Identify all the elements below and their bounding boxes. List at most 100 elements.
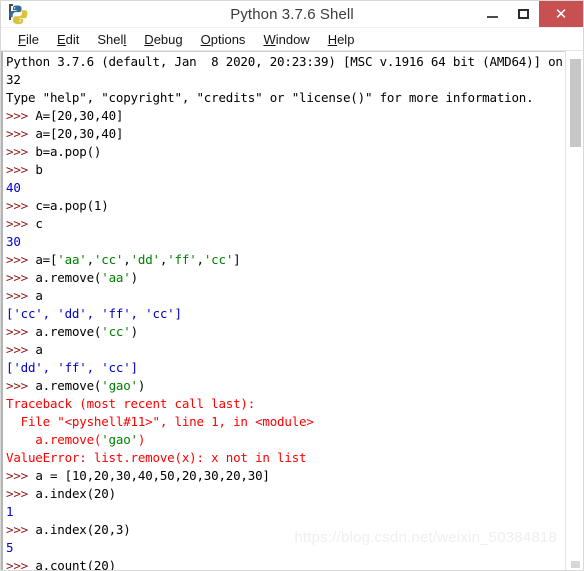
minimize-icon <box>487 16 498 18</box>
menu-item-debug[interactable]: Debug <box>135 32 191 47</box>
shell-text-segment: 1 <box>6 504 14 519</box>
shell-line: >>> A=[20,30,40] <box>6 107 565 125</box>
shell-text-segment: 5 <box>6 540 14 555</box>
shell-text-segment: ) <box>130 324 139 339</box>
shell-text-segment: >>> <box>6 486 36 501</box>
shell-text-segment: >>> <box>6 468 36 483</box>
shell-line: >>> a.index(20) <box>6 485 565 503</box>
shell-text-segment: 'gao' <box>101 378 138 393</box>
shell-line: ValueError: list.remove(x): x not in lis… <box>6 449 565 467</box>
shell-text-segment: 'gao' <box>101 432 138 447</box>
shell-text-segment: a.remove( <box>35 324 102 339</box>
shell-text-segment: a.index(20,3) <box>35 522 131 537</box>
shell-text-segment: Traceback (most recent call last): <box>6 396 256 411</box>
shell-text-segment: >>> <box>6 162 36 177</box>
menu-item-options[interactable]: Options <box>192 32 255 47</box>
menu-item-edit[interactable]: Edit <box>48 32 88 47</box>
shell-text-segment: b=a.pop() <box>35 144 102 159</box>
shell-line: ['cc', 'dd', 'ff', 'cc'] <box>6 305 565 323</box>
shell-line: >>> c <box>6 215 565 233</box>
scrollbar-track[interactable] <box>568 51 581 570</box>
shell-line: ['dd', 'ff', 'cc'] <box>6 359 565 377</box>
shell-line: a.remove('gao') <box>6 431 565 449</box>
minimize-button[interactable] <box>477 1 508 27</box>
shell-line: >>> a=['aa','cc','dd','ff','cc'] <box>6 251 565 269</box>
shell-text-segment: >>> <box>6 198 36 213</box>
shell-text-segment: 'cc' <box>101 324 131 339</box>
scrollbar-thumb[interactable] <box>570 59 581 147</box>
shell-line: 5 <box>6 539 565 557</box>
shell-text-segment: >>> <box>6 144 36 159</box>
shell-line: 30 <box>6 233 565 251</box>
shell-text-segment: ) <box>137 432 146 447</box>
shell-line: >>> a.remove('gao') <box>6 377 565 395</box>
scrollbar-bottom-marker <box>571 561 580 568</box>
shell-text-segment: 'aa' <box>57 252 87 267</box>
shell-text-segment: >>> <box>6 108 36 123</box>
shell-line: >>> a <box>6 341 565 359</box>
shell-text-segment: >>> <box>6 558 36 571</box>
shell-text-segment: a <box>35 342 43 357</box>
shell-text-segment: File "<pyshell#11>", line 1, in <module> <box>6 414 314 429</box>
menu-bar: File Edit Shell Debug Options Window Help <box>1 28 583 51</box>
shell-text-segment: ] <box>233 252 241 267</box>
shell-line: >>> a.count(20) <box>6 557 565 571</box>
shell-text-segment: 'aa' <box>101 270 131 285</box>
python-logo-icon <box>4 2 30 26</box>
menu-item-window[interactable]: Window <box>254 32 318 47</box>
shell-text-segment: a.count(20) <box>35 558 116 571</box>
shell-text-segment: ValueError: list.remove(x): x not in lis… <box>6 450 307 465</box>
close-icon: ✕ <box>554 5 568 23</box>
maximize-icon <box>518 9 529 19</box>
shell-line: Traceback (most recent call last): <box>6 395 565 413</box>
shell-line: >>> b <box>6 161 565 179</box>
shell-text-segment: >>> <box>6 522 36 537</box>
shell-text-segment: a.index(20) <box>35 486 116 501</box>
shell-line: >>> a = [10,20,30,40,50,20,30,20,30] <box>6 467 565 485</box>
shell-output-text[interactable]: Python 3.7.6 (default, Jan 8 2020, 20:23… <box>1 51 565 571</box>
shell-text-segment: 'ff' <box>167 252 197 267</box>
shell-line: >>> c=a.pop(1) <box>6 197 565 215</box>
shell-text-segment: >>> <box>6 342 36 357</box>
shell-text-segment: >>> <box>6 252 36 267</box>
shell-text-segment: a.remove( <box>35 270 102 285</box>
shell-line: 32 <box>6 71 565 89</box>
python-idle-shell-window: Python 3.7.6 Shell ✕ File Edit Shell Debug O… <box>0 0 584 571</box>
shell-text-segment: a=[ <box>35 252 58 267</box>
shell-line: 40 <box>6 179 565 197</box>
shell-text-segment: ['dd', 'ff', 'cc'] <box>6 360 138 375</box>
shell-text-segment: a <box>35 288 43 303</box>
shell-text-segment: , <box>123 252 131 267</box>
shell-text-segment: 'cc' <box>203 252 234 267</box>
shell-text-segment: ['cc', 'dd', 'ff', 'cc'] <box>6 306 182 321</box>
vertical-scrollbar[interactable] <box>565 51 583 570</box>
shell-line: File "<pyshell#11>", line 1, in <module> <box>6 413 565 431</box>
shell-line: >>> a.remove('cc') <box>6 323 565 341</box>
shell-text-segment: >>> <box>6 126 36 141</box>
shell-text-segment: 'cc' <box>93 252 124 267</box>
menu-item-help[interactable]: Help <box>319 32 364 47</box>
title-bar: Python 3.7.6 Shell ✕ <box>1 1 583 28</box>
shell-text-segment: a=[20,30,40] <box>35 126 124 141</box>
shell-text-segment: Type "help", "copyright", "credits" or "… <box>6 90 534 105</box>
shell-text-segment: ) <box>137 378 146 393</box>
menu-item-shell[interactable]: Shell <box>88 32 135 47</box>
shell-text-segment: a = [10,20,30,40,50,20,30,20,30] <box>35 468 270 483</box>
shell-line: >>> b=a.pop() <box>6 143 565 161</box>
shell-text-segment: a.remove( <box>35 378 102 393</box>
shell-text-segment: >>> <box>6 324 36 339</box>
shell-text-segment: b <box>35 162 43 177</box>
shell-text-segment: c <box>35 216 43 231</box>
shell-text-segment: , <box>86 252 95 267</box>
close-button[interactable]: ✕ <box>539 1 583 27</box>
shell-text-segment: A=[20,30,40] <box>35 108 124 123</box>
shell-text-segment: c=a.pop(1) <box>35 198 109 213</box>
shell-text-segment: , <box>196 252 205 267</box>
window-controls: ✕ <box>477 1 583 27</box>
shell-text-segment: a.remove( <box>6 432 102 447</box>
menu-item-file[interactable]: File <box>9 32 48 47</box>
shell-text-segment: ) <box>130 270 139 285</box>
shell-line: Type "help", "copyright", "credits" or "… <box>6 89 565 107</box>
shell-line: 1 <box>6 503 565 521</box>
maximize-button[interactable] <box>508 1 539 27</box>
